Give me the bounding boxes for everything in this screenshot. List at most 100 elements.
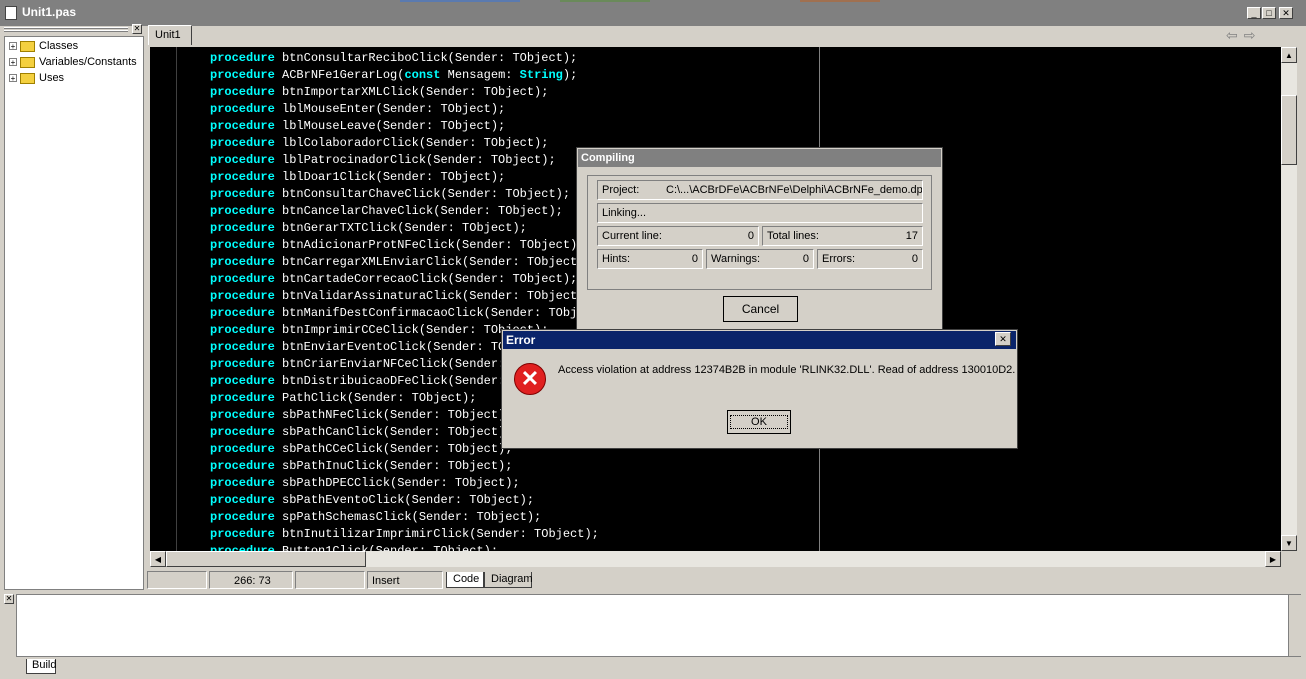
code-line[interactable]: procedure btnInutilizarImprimirClick(Sen… [210, 526, 599, 543]
compiling-dialog-title[interactable]: Compiling [578, 149, 941, 167]
errors-label: Errors: [822, 253, 855, 265]
window-title-bar[interactable]: Unit1.pas _ □ ✕ [0, 0, 1306, 26]
tree-node-variables[interactable]: + Variables/Constants [9, 54, 137, 70]
horizontal-scroll-thumb[interactable] [166, 551, 366, 567]
code-text: Mensagem: [440, 68, 520, 82]
title-bar-artifact [400, 0, 520, 2]
tab-unit1[interactable]: Unit1 [148, 25, 192, 45]
code-text: btnGerarTXTClick(Sender: TObject); [274, 221, 527, 235]
status-cursor-position: 266: 73 [209, 571, 293, 589]
back-arrow-icon[interactable]: ⇦ [1226, 27, 1244, 43]
code-line[interactable]: procedure PathClick(Sender: TObject); [210, 390, 476, 407]
warnings-value: 0 [802, 253, 809, 265]
code-line[interactable]: procedure lblMouseLeave(Sender: TObject)… [210, 118, 505, 135]
code-line[interactable]: procedure btnConsultarChaveClick(Sender:… [210, 186, 570, 203]
code-line[interactable]: procedure sbPathCanClick(Sender: TObject… [210, 424, 512, 441]
forward-arrow-icon[interactable]: ⇨ [1244, 27, 1262, 43]
code-text: btnAdicionarProtNFeClick(Sender: TObject… [274, 238, 585, 252]
code-line[interactable]: procedure lblColaboradorClick(Sender: TO… [210, 135, 548, 152]
current-line-label: Current line: [602, 230, 662, 242]
editor-gutter[interactable] [150, 47, 177, 551]
code-line[interactable]: procedure btnCancelarChaveClick(Sender: … [210, 203, 563, 220]
code-text: btnConsultarChaveClick(Sender: TObject); [274, 187, 571, 201]
ok-button[interactable]: OK [727, 410, 791, 434]
tree-close-icon[interactable]: ✕ [132, 24, 142, 34]
code-keyword: procedure [210, 187, 275, 201]
vertical-scrollbar[interactable]: ▲ ▼ [1281, 47, 1297, 551]
code-line[interactable]: procedure btnCarregarXMLEnviarClick(Send… [210, 254, 592, 271]
code-line[interactable]: procedure spPathSchemasClick(Sender: TOb… [210, 509, 541, 526]
code-line[interactable]: procedure ACBrNFe1GerarLog(const Mensage… [210, 67, 577, 84]
code-line[interactable]: procedure btnGerarTXTClick(Sender: TObje… [210, 220, 527, 237]
maximize-button[interactable]: □ [1262, 7, 1276, 19]
tab-code[interactable]: Code [446, 572, 484, 588]
code-keyword: procedure [210, 306, 275, 320]
code-text: sbPathCanClick(Sender: TObject); [274, 425, 513, 439]
code-line[interactable]: procedure lblPatrocinadorClick(Sender: T… [210, 152, 556, 169]
code-keyword: procedure [210, 425, 275, 439]
code-line[interactable]: procedure btnValidarAssinaturaClick(Send… [210, 288, 592, 305]
messages-panel[interactable] [16, 594, 1301, 657]
current-line-field: Current line: 0 [597, 226, 759, 246]
tab-diagram[interactable]: Diagram [484, 572, 533, 588]
code-keyword: procedure [210, 323, 275, 337]
code-text: lblDoar1Click(Sender: TObject); [274, 170, 506, 184]
code-keyword: procedure [210, 68, 275, 82]
code-text: ACBrNFe1GerarLog( [274, 68, 405, 82]
code-keyword: procedure [210, 408, 275, 422]
code-line[interactable]: procedure sbPathDPECClick(Sender: TObjec… [210, 475, 520, 492]
code-explorer-tree[interactable]: + Classes + Variables/Constants + Uses [4, 36, 144, 590]
total-lines-field: Total lines: 17 [762, 226, 923, 246]
minimize-button[interactable]: _ [1247, 7, 1261, 19]
tab-build[interactable]: Build [26, 659, 56, 674]
code-line[interactable]: procedure btnImportarXMLClick(Sender: TO… [210, 84, 548, 101]
vertical-scroll-thumb[interactable] [1281, 95, 1297, 165]
code-line[interactable]: procedure btnAdicionarProtNFeClick(Sende… [210, 237, 584, 254]
code-text: btnCartadeCorrecaoClick(Sender: TObject)… [274, 272, 578, 286]
scroll-left-icon[interactable]: ◀ [150, 551, 166, 567]
errors-value: 0 [911, 253, 918, 265]
error-close-button[interactable]: ✕ [995, 332, 1011, 346]
expand-icon[interactable]: + [9, 74, 17, 83]
expand-icon[interactable]: + [9, 42, 17, 51]
code-text: btnConsultarReciboClick(Sender: TObject)… [274, 51, 578, 65]
folder-icon [20, 56, 35, 68]
horizontal-scrollbar[interactable]: ◀ ▶ [150, 551, 1281, 567]
messages-close-icon[interactable]: ✕ [4, 594, 14, 604]
project-path: C:\...\ACBrDFe\ACBrNFe\Delphi\ACBrNFe_de… [666, 184, 922, 196]
scroll-right-icon[interactable]: ▶ [1265, 551, 1281, 567]
code-keyword: procedure [210, 51, 275, 65]
code-text: sbPathEventoClick(Sender: TObject); [274, 493, 535, 507]
warnings-field: Warnings: 0 [706, 249, 814, 269]
code-keyword: procedure [210, 255, 275, 269]
tree-node-uses[interactable]: + Uses [9, 70, 64, 86]
code-line[interactable]: procedure btnConsultarReciboClick(Sender… [210, 50, 577, 67]
navigation-arrows[interactable]: ⇦⇨ [1226, 27, 1298, 43]
messages-scrollbar[interactable] [1288, 595, 1301, 656]
scroll-up-icon[interactable]: ▲ [1281, 47, 1297, 63]
compile-state: Linking... [597, 203, 923, 223]
code-line[interactable]: procedure Button1Click(Sender: TObject); [210, 543, 498, 551]
code-line[interactable]: procedure sbPathInuClick(Sender: TObject… [210, 458, 512, 475]
cancel-button[interactable]: Cancel [723, 296, 798, 322]
code-line[interactable]: procedure lblMouseEnter(Sender: TObject)… [210, 101, 505, 118]
tree-node-classes[interactable]: + Classes [9, 38, 78, 54]
status-insert-mode: Insert [367, 571, 443, 589]
code-keyword: procedure [210, 119, 275, 133]
expand-icon[interactable]: + [9, 58, 17, 67]
code-line[interactable]: procedure sbPathNFeClick(Sender: TObject… [210, 407, 512, 424]
error-dialog-title[interactable]: Error [503, 331, 1016, 349]
code-line[interactable]: procedure sbPathEventoClick(Sender: TObj… [210, 492, 534, 509]
code-text: ); [562, 68, 578, 82]
close-button[interactable]: ✕ [1279, 7, 1293, 19]
code-line[interactable]: procedure sbPathCCeClick(Sender: TObject… [210, 441, 512, 458]
code-line[interactable]: procedure btnCartadeCorrecaoClick(Sender… [210, 271, 577, 288]
scroll-down-icon[interactable]: ▼ [1281, 535, 1297, 551]
code-keyword: procedure [210, 527, 275, 541]
file-icon [5, 6, 17, 20]
code-line[interactable]: procedure btnImprimirCCeClick(Sender: TO… [210, 322, 548, 339]
code-text: sbPathInuClick(Sender: TObject); [274, 459, 513, 473]
grip-line [4, 27, 128, 29]
code-line[interactable]: procedure lblDoar1Click(Sender: TObject)… [210, 169, 505, 186]
code-line[interactable]: procedure btnManifDestConfirmacaoClick(S… [210, 305, 613, 322]
